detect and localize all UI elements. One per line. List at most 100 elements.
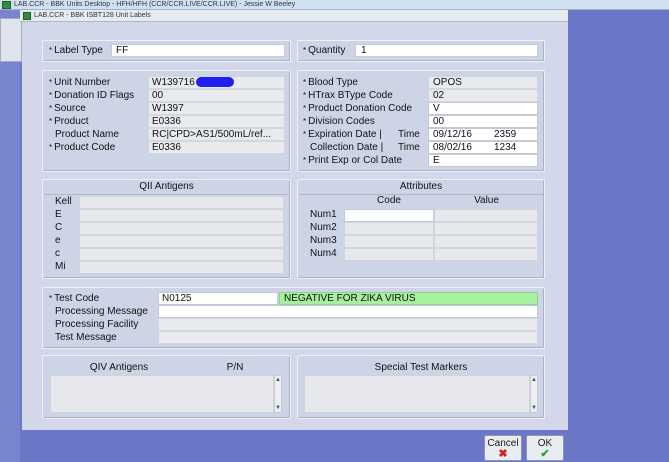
- division-codes-label: * Division Codes: [303, 116, 375, 127]
- qii-antigen-label: Kell: [55, 196, 72, 207]
- expiration-time-value: 2359: [494, 129, 517, 140]
- processing-facility-label: Processing Facility: [55, 319, 139, 330]
- attribute-value-field[interactable]: [434, 209, 538, 222]
- qii-antigen-field[interactable]: [79, 222, 284, 235]
- code-column-header: Code: [377, 195, 401, 206]
- attribute-value-field[interactable]: [434, 222, 538, 235]
- scroll-up-icon[interactable]: ▲: [275, 377, 281, 383]
- label-type-value: FF: [116, 45, 129, 56]
- product-name-label: Product Name: [55, 129, 119, 140]
- print-date-label: * Print Exp or Col Date: [303, 155, 403, 166]
- attribute-row-label: Num4: [310, 248, 337, 259]
- processing-facility-field[interactable]: [158, 318, 538, 331]
- right-background: [568, 10, 669, 462]
- qii-antigen-field[interactable]: [79, 196, 284, 209]
- qii-antigen-field[interactable]: [79, 235, 284, 248]
- collection-time-label: Time: [398, 142, 420, 153]
- product-name-value: RC|CPD>AS1/500mL/ref...: [152, 129, 272, 140]
- attribute-code-field[interactable]: [344, 222, 434, 235]
- dialog-title-bar: LAB.CCR - BBK ISBT128 Unit Labels: [20, 10, 568, 22]
- test-message-field[interactable]: [158, 331, 538, 344]
- donation-flags-field[interactable]: [148, 89, 285, 102]
- print-date-field[interactable]: [428, 154, 538, 167]
- division-codes-field[interactable]: [428, 115, 538, 128]
- attribute-value-field[interactable]: [434, 248, 538, 261]
- app-icon: [2, 1, 11, 9]
- htrax-field[interactable]: [428, 89, 538, 102]
- attribute-row-label: Num3: [310, 235, 337, 246]
- product-code-label: * Product Code: [49, 142, 116, 153]
- qiv-scrollbar[interactable]: ▲ ▼: [274, 375, 282, 413]
- htrax-value: 02: [433, 90, 445, 101]
- qii-antigen-label: E: [55, 209, 62, 220]
- qii-antigens-title: QII Antigens: [139, 181, 194, 192]
- product-donation-code-label: * Product Donation Code: [303, 103, 413, 114]
- processing-message-label: Processing Message: [55, 306, 148, 317]
- qiv-antigens-title: QIV Antigens: [89, 362, 149, 373]
- test-message-label: Test Message: [55, 332, 117, 343]
- collection-time-value: 1234: [494, 142, 517, 153]
- cancel-x-icon: ✖: [498, 448, 508, 460]
- dialog-icon: [23, 12, 31, 20]
- test-code-value: N0125: [162, 293, 192, 304]
- special-test-markers-title: Special Test Markers: [374, 362, 468, 373]
- expiration-date-value: 09/12/16: [433, 129, 472, 140]
- qii-antigen-field[interactable]: [79, 248, 284, 261]
- expiration-date-label: * Expiration Date |: [303, 129, 382, 140]
- attribute-value-field[interactable]: [434, 235, 538, 248]
- redaction-mark: [196, 77, 234, 87]
- test-result-value: NEGATIVE FOR ZIKA VIRUS: [284, 293, 416, 304]
- attribute-row-label: Num1: [310, 209, 337, 220]
- attribute-row-label: Num2: [310, 222, 337, 233]
- product-donation-code-value: V: [433, 103, 440, 114]
- ok-check-icon: ✔: [540, 448, 550, 460]
- value-column-header: Value: [474, 195, 499, 206]
- collection-date-value: 08/02/16: [433, 142, 472, 153]
- dialog-title: LAB.CCR - BBK ISBT128 Unit Labels: [34, 12, 151, 19]
- qii-antigen-label: e: [55, 235, 61, 246]
- division-codes-value: 00: [433, 116, 445, 127]
- cancel-button[interactable]: Cancel ✖: [484, 435, 522, 461]
- attribute-code-field[interactable]: [344, 235, 434, 248]
- attribute-code-field[interactable]: [344, 248, 434, 261]
- side-tab[interactable]: [0, 18, 22, 62]
- product-value: E0336: [152, 116, 181, 127]
- label-type-field[interactable]: [111, 44, 285, 57]
- blood-type-value: OPOS: [433, 77, 462, 88]
- left-side-panel: [0, 10, 22, 462]
- scroll-down-icon[interactable]: ▼: [531, 405, 537, 411]
- product-code-value: E0336: [152, 142, 181, 153]
- expiration-time-label: Time: [398, 129, 420, 140]
- attributes-title: Attributes: [399, 181, 443, 192]
- processing-message-field[interactable]: [158, 305, 538, 318]
- ok-button[interactable]: OK ✔: [526, 435, 564, 461]
- qii-antigen-label: C: [55, 222, 63, 233]
- unit-number-value: W139716: [152, 77, 195, 88]
- blood-type-label: * Blood Type: [303, 77, 358, 88]
- qiv-antigens-list[interactable]: [50, 375, 274, 413]
- label-type-label: * Label Type: [49, 45, 103, 56]
- donation-flags-value: 00: [152, 90, 164, 101]
- test-code-label: * Test Code: [49, 293, 100, 304]
- qii-antigen-label: Mi: [55, 261, 66, 272]
- source-label: * Source: [49, 103, 86, 114]
- donation-flags-label: * Donation ID Flags: [49, 90, 135, 101]
- product-donation-code-field[interactable]: [428, 102, 538, 115]
- htrax-label: * HTrax BType Code: [303, 90, 393, 101]
- source-value: W1397: [152, 103, 184, 114]
- qii-antigen-field[interactable]: [79, 209, 284, 222]
- collection-date-label: Collection Date |: [310, 142, 384, 153]
- qii-antigen-field[interactable]: [79, 261, 284, 274]
- pn-column-header: P/N: [226, 362, 244, 373]
- stm-scrollbar[interactable]: ▲ ▼: [530, 375, 538, 413]
- product-label: * Product: [49, 116, 89, 127]
- special-test-markers-list[interactable]: [304, 375, 530, 413]
- app-title-bar: LAB.CCR - BBK Units Desktop - HFH/HFH (C…: [0, 0, 669, 10]
- scroll-down-icon[interactable]: ▼: [275, 405, 281, 411]
- qii-header-divider: [44, 194, 289, 195]
- unit-number-label: * Unit Number: [49, 77, 111, 88]
- print-date-value: E: [433, 155, 440, 166]
- scroll-up-icon[interactable]: ▲: [531, 377, 537, 383]
- attribute-code-field[interactable]: [344, 209, 434, 222]
- quantity-field[interactable]: [355, 44, 538, 57]
